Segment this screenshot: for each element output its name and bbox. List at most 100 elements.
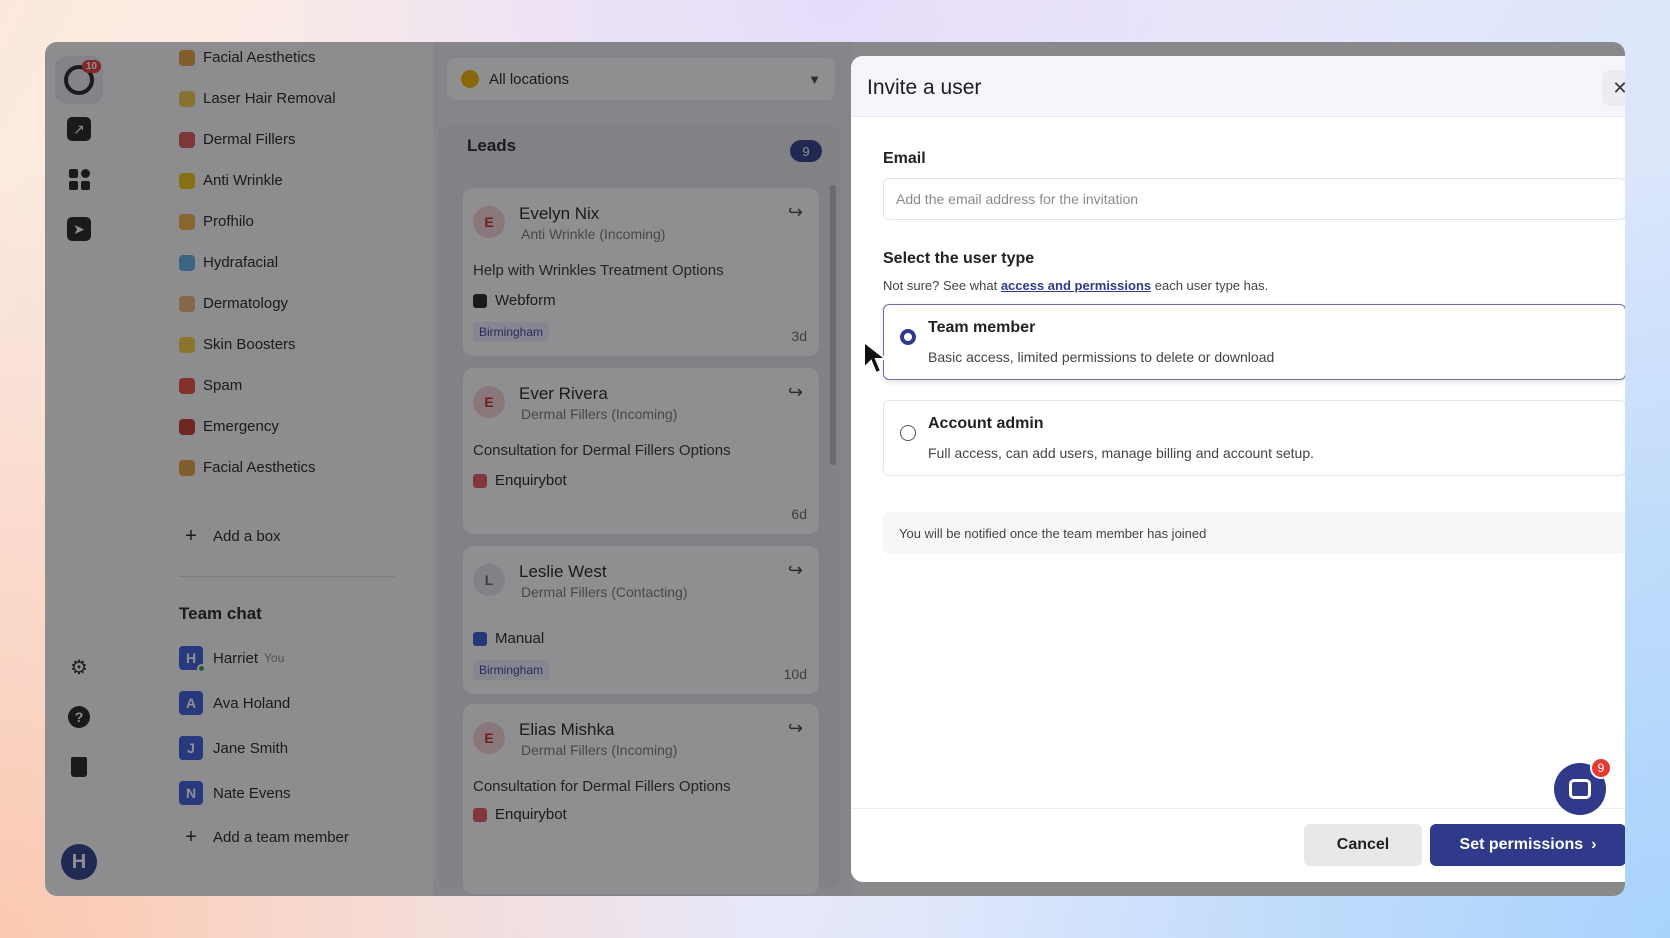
lead-age: 3d [791, 328, 807, 344]
sidebar-box-3[interactable]: Anti Wrinkle [203, 165, 283, 195]
you-tag: You [264, 651, 285, 665]
team-member-harriet[interactable]: H Harriet You [179, 645, 285, 673]
dashboard-button[interactable] [62, 162, 96, 196]
lead-card[interactable]: E Elias Mishka Dermal Fillers (Incoming)… [463, 704, 819, 894]
option-account-admin[interactable]: Account admin Full access, can add users… [883, 400, 1625, 476]
option-description: Basic access, limited permissions to del… [928, 349, 1275, 365]
sidebar-box-2[interactable]: Dermal Fillers [203, 124, 296, 154]
team-member-nate[interactable]: N Nate Evens [179, 780, 291, 806]
leads-title: Leads [467, 136, 517, 155]
reports-button[interactable]: ↗ [62, 112, 96, 146]
help-button[interactable]: ? [62, 700, 96, 734]
member-avatar: H [179, 646, 206, 673]
location-tag: Birmingham [473, 322, 550, 342]
lead-card[interactable]: E Ever Rivera Dermal Fillers (Incoming) … [463, 368, 819, 534]
box-icon [179, 296, 195, 312]
radio-unselected[interactable] [900, 425, 916, 441]
leads-scrollbar[interactable] [830, 185, 836, 465]
sidebar-box-5[interactable]: Hydrafacial [203, 247, 278, 277]
sidebar-box-8[interactable]: Spam [203, 370, 242, 400]
chart-icon: ↗ [67, 117, 91, 141]
box-label: Dermal Fillers [203, 130, 296, 148]
lead-source: Enquirybot [473, 472, 567, 489]
box-label: Dermatology [203, 294, 289, 312]
location-filter-label: All locations [489, 70, 570, 88]
sidebar-box-10[interactable]: Facial Aesthetics [203, 452, 316, 482]
share-icon[interactable]: ↪ [788, 718, 803, 739]
invite-user-modal: Invite a user ✕ Email Select the user ty… [851, 56, 1625, 882]
member-name: Nate Evens [213, 784, 291, 802]
add-team-member-button[interactable]: + Add a team member [179, 824, 349, 850]
sidebar-box-0[interactable]: Facial Aesthetics [203, 42, 316, 72]
lead-title: Consultation for Dermal Fillers Options [473, 778, 731, 795]
option-team-member[interactable]: Team member Basic access, limited permis… [883, 304, 1625, 380]
location-filter[interactable]: All locations ▼ [447, 58, 835, 100]
chevron-down-icon: ▼ [808, 71, 821, 87]
lead-card[interactable]: E Evelyn Nix Anti Wrinkle (Incoming) ↪ H… [463, 188, 819, 356]
nav-rail: 10 ↗ ➤ ⚙ ? H [45, 42, 113, 896]
trash-button[interactable] [62, 750, 96, 784]
box-icon [179, 419, 195, 435]
webform-icon [473, 293, 487, 308]
option-title: Account admin [928, 415, 1044, 432]
access-permissions-link[interactable]: access and permissions [1001, 278, 1151, 293]
member-avatar: J [179, 736, 203, 760]
add-box-button[interactable]: + Add a box [179, 523, 280, 549]
box-label: Hydrafacial [203, 253, 279, 271]
lead-avatar: E [473, 206, 505, 238]
team-member-ava[interactable]: A Ava Holand [179, 690, 290, 716]
app-logo-button[interactable]: 10 [55, 56, 103, 104]
footer-divider [851, 808, 1625, 809]
user-avatar[interactable]: H [61, 844, 97, 880]
send-button[interactable]: ➤ [62, 212, 96, 246]
email-label: Email [883, 150, 926, 167]
email-field[interactable] [883, 178, 1625, 220]
sidebar-box-6[interactable]: Dermatology [203, 288, 288, 318]
box-icon [179, 255, 195, 271]
chat-icon [1569, 779, 1591, 799]
lead-age: 10d [783, 666, 807, 682]
share-icon[interactable]: ↪ [788, 560, 803, 581]
paper-plane-icon: ➤ [67, 217, 91, 241]
close-button[interactable]: ✕ [1602, 70, 1625, 106]
cancel-button[interactable]: Cancel [1304, 824, 1422, 866]
grid-icon [68, 168, 90, 190]
chat-widget-button[interactable]: 9 [1554, 757, 1612, 815]
radio-selected[interactable] [900, 329, 916, 345]
member-avatar: A [179, 691, 203, 715]
box-icon [179, 132, 195, 148]
lead-avatar: E [473, 386, 505, 418]
box-icon [179, 378, 195, 394]
sidebar-box-1[interactable]: Laser Hair Removal [203, 83, 336, 113]
lead-age: 6d [791, 506, 807, 522]
sidebar-box-4[interactable]: Profhilo [203, 206, 254, 236]
source-label: Enquirybot [495, 472, 567, 489]
share-icon[interactable]: ↪ [788, 382, 803, 403]
lead-name: Leslie West [519, 562, 607, 581]
share-icon[interactable]: ↪ [788, 202, 803, 223]
option-title: Team member [928, 319, 1036, 336]
box-label: Facial Aesthetics [203, 48, 316, 66]
lead-avatar: E [473, 722, 505, 754]
plus-icon: + [185, 524, 197, 547]
set-permissions-button[interactable]: Set permissions › [1430, 824, 1625, 866]
box-label: Skin Boosters [203, 335, 296, 353]
box-icon [179, 214, 195, 230]
lead-avatar: L [473, 564, 505, 596]
sidebar-box-9[interactable]: Emergency [203, 411, 279, 441]
box-icon [179, 91, 195, 107]
permissions-hint: Not sure? See what access and permission… [883, 278, 1268, 293]
set-permissions-label: Set permissions [1459, 836, 1584, 853]
box-icon [179, 173, 195, 189]
online-indicator [197, 664, 206, 673]
box-icon [179, 50, 195, 66]
settings-button[interactable]: ⚙ [62, 650, 96, 684]
lead-source: Manual [473, 630, 544, 647]
sidebar-box-7[interactable]: Skin Boosters [203, 329, 296, 359]
team-member-jane[interactable]: J Jane Smith [179, 735, 288, 761]
team-chat-title: Team chat [179, 604, 262, 623]
lead-status: Dermal Fillers (Incoming) [521, 742, 678, 758]
close-icon: ✕ [1612, 77, 1625, 98]
lead-card[interactable]: L Leslie West Dermal Fillers (Contacting… [463, 546, 819, 694]
modal-header: Invite a user ✕ [851, 56, 1625, 117]
